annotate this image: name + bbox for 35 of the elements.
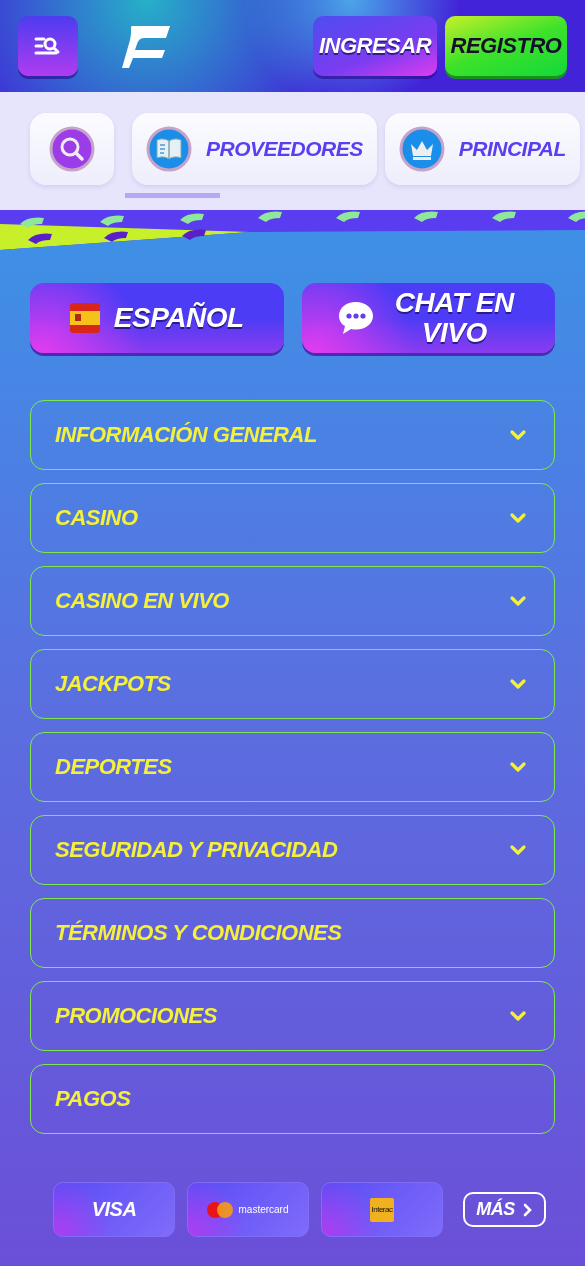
menu-item[interactable]: PAGOS	[30, 1064, 555, 1134]
search-icon	[49, 126, 95, 172]
more-button[interactable]: MÁS	[463, 1192, 546, 1227]
crown-icon	[398, 126, 445, 172]
menu-item[interactable]: SEGURIDAD Y PRIVACIDAD	[30, 815, 555, 885]
menu-item[interactable]: DEPORTES	[30, 732, 555, 802]
mastercard-logo: mastercard	[207, 1201, 289, 1218]
chevron-icon	[509, 761, 527, 773]
chevron-icon	[509, 429, 527, 441]
chevron-icon	[509, 678, 527, 690]
login-button[interactable]: INGRESAR	[313, 16, 437, 76]
interac-logo: Interac	[370, 1197, 394, 1222]
live-chat-button[interactable]: CHAT EN VIVO	[301, 283, 555, 353]
chevron-icon	[509, 595, 527, 607]
category-tab[interactable]: PRINCIPAL	[384, 113, 580, 185]
spain-flag-icon	[69, 303, 100, 333]
book-icon	[146, 126, 192, 172]
menu-item[interactable]: CASINO EN VIVO	[30, 566, 555, 636]
menu-search-button[interactable]	[18, 16, 78, 76]
chevron-icon	[509, 844, 527, 856]
visa-logo: VISA	[91, 1198, 137, 1221]
chat-icon	[337, 299, 376, 337]
chevron-right-icon	[522, 1202, 533, 1217]
menu-item[interactable]: CASINO	[30, 483, 555, 553]
search-button[interactable]	[30, 113, 114, 185]
language-button[interactable]: ESPAÑOL	[30, 283, 284, 353]
brand-logo[interactable]	[122, 24, 172, 68]
menu-item[interactable]: TÉRMINOS Y CONDICIONES	[30, 898, 555, 968]
menu-item[interactable]: PROMOCIONES	[30, 981, 555, 1051]
menu-item[interactable]: JACKPOTS	[30, 649, 555, 719]
chevron-icon	[509, 512, 527, 524]
category-tab[interactable]: PROVEEDORES	[132, 113, 377, 185]
chevron-icon	[509, 1010, 527, 1022]
register-button[interactable]: REGISTRO	[445, 16, 567, 76]
menu-item[interactable]: INFORMACIÓN GENERAL	[30, 400, 555, 470]
